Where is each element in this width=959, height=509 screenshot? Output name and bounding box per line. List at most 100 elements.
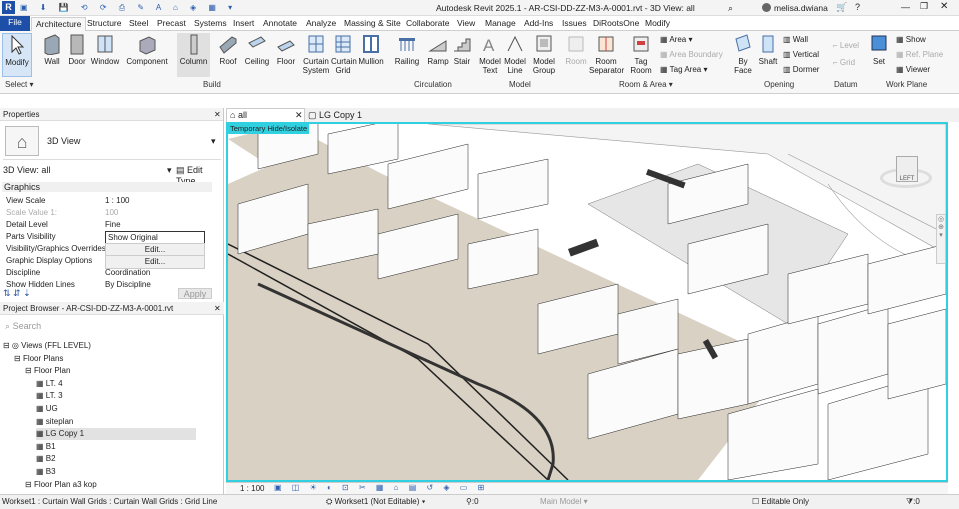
browser-group-item[interactable]: ⊟ Floor Plan bbox=[25, 365, 70, 377]
tab-massing-site[interactable]: Massing & Site bbox=[344, 17, 401, 31]
tab-view[interactable]: View bbox=[457, 17, 475, 31]
type-selector[interactable]: ⌂ 3D View ▾ bbox=[3, 124, 221, 160]
panel-room-area-label[interactable]: Room & Area ▾ bbox=[619, 80, 673, 89]
workset-selector[interactable]: ⛭ Workset1 (Not Editable) ▾ bbox=[326, 497, 426, 507]
tab-file[interactable]: File bbox=[0, 16, 30, 31]
wall-button[interactable]: Wall bbox=[40, 33, 64, 66]
browser-view-item[interactable]: ▦ UG bbox=[36, 403, 58, 415]
browser-view-item[interactable]: ▦ B3 bbox=[36, 466, 56, 478]
browser-search[interactable]: ⌕ Search bbox=[5, 320, 210, 333]
close-icon[interactable]: ✕ bbox=[295, 109, 303, 121]
tab-add-ins[interactable]: Add-Ins bbox=[524, 17, 553, 31]
window-button[interactable]: Window bbox=[90, 33, 120, 66]
maximize-icon[interactable]: ❐ bbox=[920, 1, 928, 12]
chevron-down-icon[interactable]: ▾ bbox=[211, 136, 216, 147]
column-button[interactable]: Column bbox=[177, 33, 210, 77]
viewer-button[interactable]: ▦ Viewer bbox=[896, 65, 930, 74]
avatar[interactable] bbox=[762, 3, 771, 12]
model-group-button[interactable]: Model Group bbox=[530, 33, 558, 75]
tag-area-button[interactable]: ▦ Tag Area ▾ bbox=[660, 65, 707, 74]
property-row[interactable]: Detail Level Fine bbox=[2, 219, 202, 231]
tab-architecture[interactable]: Architecture bbox=[31, 17, 87, 31]
properties-toolbar[interactable]: ⇅ ⇵ ⇣ bbox=[3, 288, 31, 299]
panel-select-label[interactable]: Select ▾ bbox=[5, 80, 33, 89]
curtain-system-button[interactable]: Curtain System bbox=[302, 33, 330, 75]
tab-modify[interactable]: Modify bbox=[645, 17, 670, 31]
browser-view-item[interactable]: ▦ LT. 4 bbox=[36, 378, 63, 390]
browser-view-item[interactable]: ▦ siteplan bbox=[36, 416, 73, 428]
room-button[interactable]: Room bbox=[563, 33, 589, 66]
model-text-button[interactable]: A Model Text bbox=[478, 33, 502, 75]
tab-precast[interactable]: Precast bbox=[157, 17, 186, 31]
active-worksets-count[interactable]: ⚲:0 bbox=[466, 497, 479, 506]
browser-view-item[interactable]: ▦ LG Copy 1 bbox=[36, 428, 196, 441]
temporary-hide-isolate-label[interactable]: Temporary Hide/Isolate bbox=[228, 124, 310, 134]
close-icon[interactable]: ✕ bbox=[940, 1, 948, 12]
property-row[interactable]: Discipline Coordination bbox=[2, 267, 202, 279]
by-face-button[interactable]: By Face bbox=[732, 33, 754, 75]
quick-access-toolbar[interactable]: ▣ ⬇ 💾 ⟲ ⟳ ⎙ ✎ A ⌂ ◈ ▦ ▾ bbox=[20, 3, 360, 13]
floor-button[interactable]: Floor bbox=[274, 33, 298, 66]
property-row[interactable]: Visibility/Graphics Overrides Edit... bbox=[2, 243, 205, 257]
search-icon[interactable]: ⌕ bbox=[728, 3, 733, 14]
close-icon[interactable]: ✕ bbox=[214, 302, 221, 315]
editable-only-checkbox[interactable]: ☐ Editable Only bbox=[752, 497, 809, 506]
design-options-selector[interactable]: Main Model ▾ bbox=[540, 497, 588, 506]
minimize-icon[interactable]: — bbox=[901, 2, 910, 12]
property-row[interactable]: Graphic Display Options Edit... bbox=[2, 255, 205, 269]
viewcube[interactable]: LEFT bbox=[878, 152, 934, 192]
tab-analyze[interactable]: Analyze bbox=[306, 17, 336, 31]
property-row[interactable]: Show Hidden Lines By Discipline bbox=[2, 279, 202, 291]
vertical-opening-button[interactable]: ▥ Vertical bbox=[783, 50, 819, 59]
room-separator-button[interactable]: Room Separator bbox=[589, 33, 624, 75]
tab-structure[interactable]: Structure bbox=[87, 17, 122, 31]
shaft-button[interactable]: Shaft bbox=[757, 33, 779, 66]
area-button[interactable]: ▦ Area ▾ bbox=[660, 35, 693, 44]
3d-viewport[interactable]: Temporary Hide/Isolate LEFT ◎ ⊕ ▾ bbox=[226, 122, 948, 482]
tab-collaborate[interactable]: Collaborate bbox=[406, 17, 449, 31]
show-button[interactable]: ▦ Show bbox=[896, 35, 926, 44]
ceiling-button[interactable]: Ceiling bbox=[243, 33, 271, 66]
curtain-grid-button[interactable]: Curtain Grid bbox=[331, 33, 357, 75]
filter-icon[interactable]: ⧩:0 bbox=[906, 497, 920, 507]
property-row[interactable]: View Scale 1 : 100 bbox=[2, 195, 202, 207]
help-icon[interactable]: ? bbox=[855, 2, 860, 12]
browser-view-item[interactable]: ▦ B2 bbox=[36, 453, 56, 465]
viewcube-face[interactable]: LEFT bbox=[896, 156, 918, 182]
instance-selector[interactable]: 3D View: all ▾ bbox=[3, 165, 173, 177]
model-canvas[interactable] bbox=[228, 124, 946, 480]
ref-plane-button[interactable]: ▦ Ref. Plane bbox=[896, 50, 943, 59]
dormer-button[interactable]: ▥ Dormer bbox=[783, 65, 819, 74]
railing-button[interactable]: Railing bbox=[393, 33, 421, 66]
tag-room-button[interactable]: Tag Room bbox=[628, 33, 654, 75]
roof-button[interactable]: Roof bbox=[217, 33, 239, 66]
cart-icon[interactable]: 🛒 bbox=[836, 2, 847, 13]
tab-steel[interactable]: Steel bbox=[129, 17, 148, 31]
tab-systems[interactable]: Systems bbox=[194, 17, 227, 31]
set-button[interactable]: Set bbox=[868, 33, 890, 66]
model-line-button[interactable]: Model Line bbox=[503, 33, 527, 75]
tab-view-all[interactable]: ⌂ all ✕ bbox=[226, 108, 305, 122]
tab-manage[interactable]: Manage bbox=[485, 17, 516, 31]
apply-button[interactable]: Apply bbox=[178, 288, 212, 299]
mullion-button[interactable]: Mullion bbox=[357, 33, 385, 66]
revit-logo[interactable]: R bbox=[2, 1, 15, 14]
browser-view-item[interactable]: ▦ B1 bbox=[36, 441, 56, 453]
browser-view-item[interactable]: ▦ LT. 3 bbox=[36, 390, 63, 402]
property-row[interactable]: Scale Value 1: 100 bbox=[2, 207, 202, 219]
ramp-button[interactable]: Ramp bbox=[426, 33, 450, 66]
area-boundary-button[interactable]: ▦ Area Boundary bbox=[660, 50, 723, 59]
component-button[interactable]: Component bbox=[126, 33, 168, 66]
tab-issues[interactable]: Issues bbox=[562, 17, 587, 31]
navigation-bar[interactable]: ◎ ⊕ ▾ bbox=[936, 214, 946, 264]
view-scale[interactable]: 1 : 100 bbox=[240, 484, 264, 493]
view-control-icons[interactable]: ▣ ◫ ☀ ◐ ⊡ ✂ ▦ ⌂ ▤ ↺ ◈ ▭ ⊞ bbox=[274, 483, 488, 492]
stair-button[interactable]: Stair bbox=[451, 33, 473, 66]
modify-button[interactable]: Modify bbox=[2, 33, 32, 77]
user-name[interactable]: melisa.dwiana bbox=[774, 3, 828, 13]
tab-view-lg-copy[interactable]: ▢ LG Copy 1 bbox=[308, 109, 362, 121]
wall-opening-button[interactable]: ▥ Wall bbox=[783, 35, 808, 44]
browser-group-item[interactable]: ⊟ Floor Plan a3 kop bbox=[25, 479, 97, 491]
tab-diroots[interactable]: DiRootsOne bbox=[593, 17, 639, 31]
property-row[interactable]: Parts Visibility Show Original bbox=[2, 231, 205, 245]
